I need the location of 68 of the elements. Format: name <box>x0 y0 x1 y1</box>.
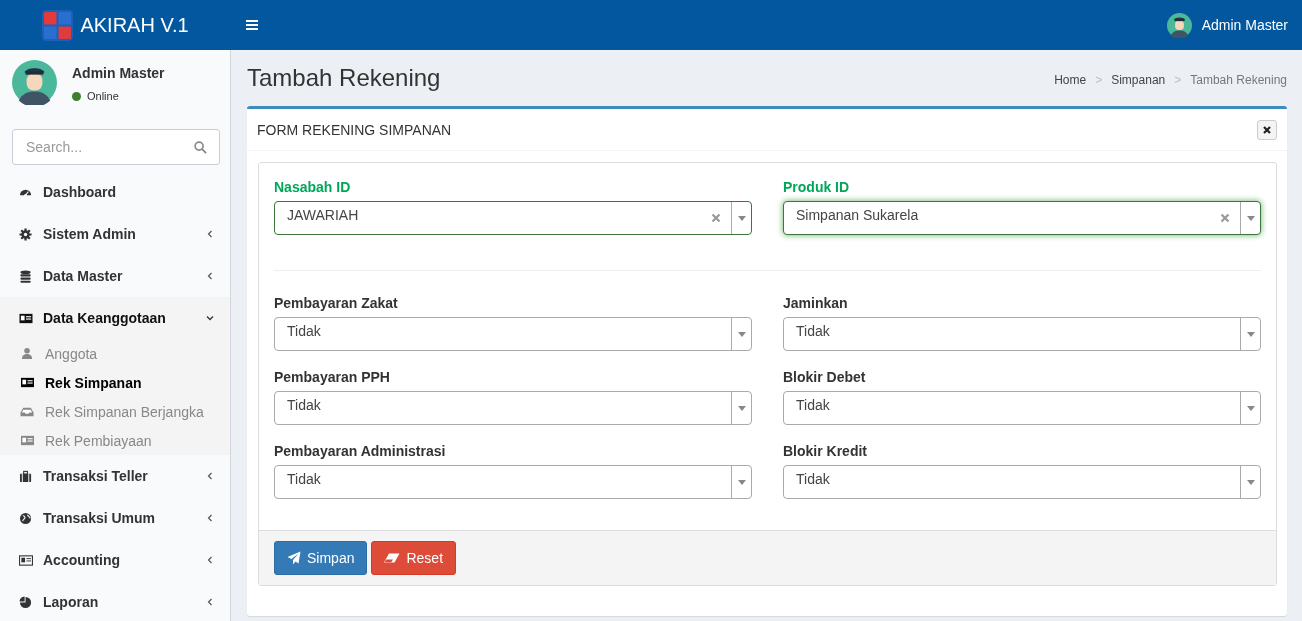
select-field[interactable]: Tidak <box>274 317 752 351</box>
menu-item[interactable]: Data Master <box>0 255 230 297</box>
menu-item[interactable]: Sistem Admin <box>0 213 230 255</box>
gear-icon <box>19 227 33 241</box>
paper-plane-icon <box>287 551 301 565</box>
briefcase-icon <box>19 469 33 483</box>
select-field[interactable]: Tidak <box>274 465 752 499</box>
menu-item[interactable]: Accounting <box>0 539 230 581</box>
search-icon <box>194 141 207 154</box>
card-title: FORM REKENING SIMPANAN <box>257 121 452 138</box>
caret-down-icon <box>737 479 746 485</box>
breadcrumb-link[interactable]: Home <box>1054 73 1087 87</box>
caret-down-icon <box>1246 331 1255 337</box>
status-text: Online <box>87 90 119 102</box>
newspaper-icon <box>19 553 33 567</box>
field-label: Pembayaran Zakat <box>274 295 399 313</box>
clear-icon[interactable] <box>711 213 721 223</box>
select-field[interactable]: Tidak <box>783 317 1261 351</box>
menu-item[interactable]: Transaksi Teller <box>0 455 230 497</box>
search-field[interactable]: Search... <box>12 129 220 165</box>
field-label: Nasabah ID <box>274 179 352 197</box>
breadcrumb-link[interactable]: Simpanan <box>1111 73 1166 87</box>
select-field[interactable]: Tidak <box>783 465 1261 499</box>
caret-down-icon <box>1246 479 1255 485</box>
submenu-item[interactable]: Rek Simpanan <box>0 368 230 397</box>
inbox-icon <box>20 405 35 418</box>
brand-title[interactable]: AKIRAH V.1 <box>80 13 189 37</box>
user-name: Admin Master <box>72 65 165 81</box>
field-label: Pembayaran Administrasi <box>274 443 447 461</box>
caret-down-icon <box>1246 215 1255 221</box>
menu-item[interactable]: Data Keanggotaan <box>0 297 230 339</box>
select-field[interactable]: Tidak <box>783 391 1261 425</box>
id-card-icon <box>20 376 35 389</box>
database-icon <box>19 269 33 283</box>
caret-down-icon <box>737 215 746 221</box>
breadcrumb-separator: > <box>1095 73 1103 87</box>
select-field[interactable]: Tidak <box>274 391 752 425</box>
field-label: Blokir Kredit <box>783 443 868 461</box>
close-icon <box>1263 125 1271 134</box>
caret-down-icon <box>737 331 746 337</box>
clear-icon[interactable] <box>1220 213 1230 223</box>
menu-item[interactable]: Dashboard <box>0 171 230 213</box>
id-card-icon <box>20 434 35 447</box>
logo-icon <box>42 9 74 41</box>
field-label: Produk ID <box>783 179 851 197</box>
select-field[interactable]: JAWARIAH <box>274 201 752 235</box>
menu-icon[interactable] <box>246 20 258 30</box>
save-button[interactable]: Simpan <box>274 541 368 575</box>
user-icon <box>20 347 35 360</box>
caret-down-icon <box>1246 405 1255 411</box>
reset-button[interactable]: Reset <box>371 541 457 575</box>
avatar-icon <box>1166 12 1192 38</box>
pie-chart-icon <box>19 595 33 609</box>
breadcrumb-current: Tambah Rekening <box>1190 73 1287 87</box>
page-title: Tambah Rekening <box>247 64 442 92</box>
caret-down-icon <box>737 405 746 411</box>
eraser-icon <box>384 553 401 563</box>
id-card-icon <box>19 311 33 325</box>
field-label: Jaminkan <box>783 295 849 313</box>
select-field[interactable]: Simpanan Sukarela <box>783 201 1261 235</box>
close-button[interactable] <box>1257 119 1277 140</box>
menu-item[interactable]: Laporan <box>0 581 230 621</box>
field-label: Pembayaran PPH <box>274 369 391 387</box>
field-label: Blokir Debet <box>783 369 867 387</box>
breadcrumb-separator: > <box>1174 73 1182 87</box>
user-name[interactable]: Admin Master <box>1201 17 1288 33</box>
avatar-icon <box>12 60 57 105</box>
menu-item[interactable]: Transaksi Umum <box>0 497 230 539</box>
